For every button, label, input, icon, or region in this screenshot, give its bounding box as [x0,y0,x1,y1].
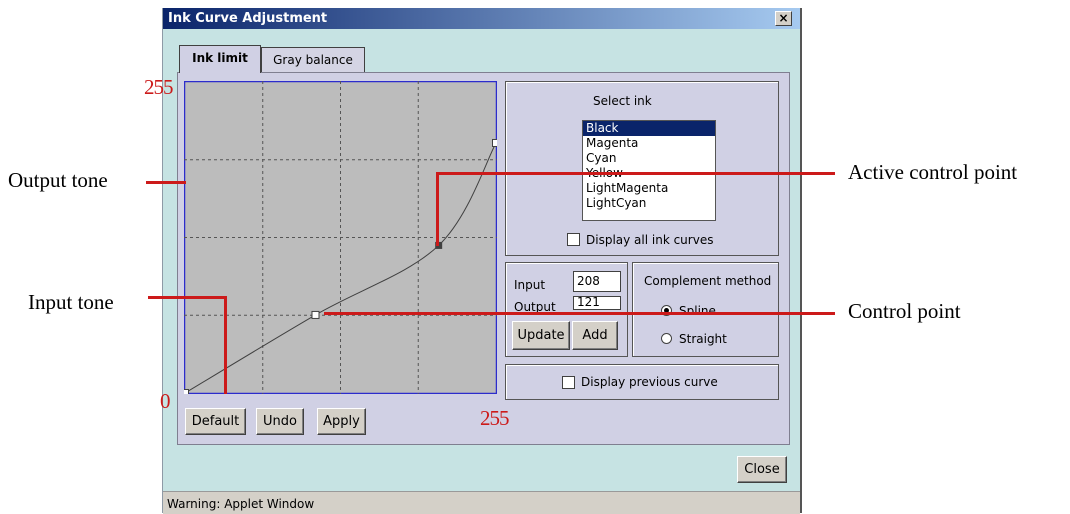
ink-option-black[interactable]: Black [583,121,715,136]
close-button[interactable]: Close [737,456,787,483]
input-value-field[interactable]: 208 [573,271,621,292]
complement-method-label: Complement method [644,274,772,288]
input-tone-leader-h [148,296,226,299]
display-all-ink-curves-checkbox[interactable] [567,233,580,246]
ink-option-magenta[interactable]: Magenta [583,136,715,151]
active-control-point-leader-v [436,172,439,246]
control-point[interactable] [492,138,498,147]
straight-label: Straight [679,332,727,346]
y-axis-max-label: 255 [144,75,173,99]
tab-ink-limit[interactable]: Ink limit [179,45,261,73]
add-button[interactable]: Add [572,321,618,350]
x-axis-max-label: 255 [480,406,509,430]
display-previous-curve-label: Display previous curve [581,375,718,389]
control-point[interactable] [311,310,320,319]
input-output-group: Input 208 Output 121 Update Add [505,262,628,357]
ink-option-lightcyan[interactable]: LightCyan [583,196,715,211]
output-tone-leader [146,181,186,184]
window-close-button[interactable]: × [775,11,792,26]
input-tone-leader-v [224,296,227,394]
control-point[interactable] [184,389,189,395]
ink-listbox[interactable]: Black Magenta Cyan Yellow LightMagenta L… [582,120,716,221]
ink-option-cyan[interactable]: Cyan [583,151,715,166]
output-tone-callout: Output tone [8,168,108,192]
display-all-ink-curves-label: Display all ink curves [586,233,714,247]
update-button[interactable]: Update [512,321,570,350]
select-ink-group: Select ink Black Magenta Cyan Yellow Lig… [505,81,779,256]
control-point-callout: Control point [848,299,961,323]
apply-button[interactable]: Apply [317,408,366,435]
undo-button[interactable]: Undo [256,408,304,435]
active-control-point-leader-h [436,172,835,175]
default-button[interactable]: Default [185,408,246,435]
select-ink-label: Select ink [593,94,652,108]
window-title: Ink Curve Adjustment [168,11,328,26]
tab-gray-balance[interactable]: Gray balance [261,47,365,73]
title-bar[interactable]: Ink Curve Adjustment × [163,8,800,29]
complement-method-group: Complement method Spline Straight [632,262,779,357]
display-previous-curve-checkbox[interactable] [562,376,575,389]
ink-option-lightmagenta[interactable]: LightMagenta [583,181,715,196]
input-tone-callout: Input tone [28,290,114,314]
control-point-leader [324,312,835,315]
ink-curve-graph[interactable] [184,81,497,394]
straight-radio[interactable] [661,333,672,344]
origin-label: 0 [160,389,170,413]
status-bar: Warning: Applet Window [163,491,800,514]
active-control-point-callout: Active control point [848,160,1018,184]
display-previous-curve-group: Display previous curve [505,364,779,400]
status-text: Warning: Applet Window [167,497,315,511]
output-value-field[interactable]: 121 [573,296,621,310]
spline-label: Spline [679,304,716,312]
input-label: Input [514,278,546,292]
curve-canvas[interactable] [184,81,497,394]
